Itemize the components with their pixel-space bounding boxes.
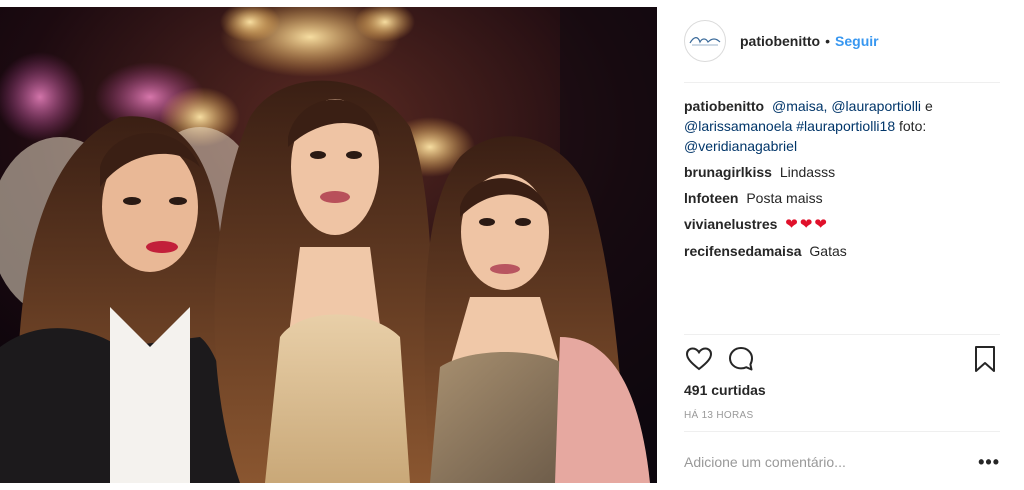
action-bar <box>684 343 1000 375</box>
divider <box>684 431 1000 432</box>
comment-username[interactable]: lnfoteen <box>684 190 738 206</box>
hearts-emoji: ❤❤❤ <box>785 216 829 233</box>
divider <box>684 334 1000 335</box>
comment-username[interactable]: recifensedamaisa <box>684 243 802 259</box>
comment-item: lnfoteen Posta maiss <box>684 188 994 208</box>
mention-link[interactable]: @maisa, <box>772 98 827 114</box>
comment-username[interactable]: brunagirlkiss <box>684 164 772 180</box>
more-options-icon[interactable]: ••• <box>978 452 1000 473</box>
author-avatar[interactable] <box>684 20 726 62</box>
follow-button[interactable]: Seguir <box>835 33 879 49</box>
post-timestamp[interactable]: HÁ 13 HORAS <box>684 410 753 421</box>
caption-username[interactable]: patiobenitto <box>684 98 764 114</box>
comment-text: Posta maiss <box>746 190 823 206</box>
caption-text: foto: <box>899 118 927 134</box>
hashtag-link[interactable]: #lauraportiolli18 <box>796 118 895 134</box>
photo-illustration <box>0 7 657 483</box>
bookmark-icon <box>975 346 995 372</box>
mention-link[interactable]: @larissamanoela <box>684 118 792 134</box>
add-comment-bar: ••• <box>684 444 1000 480</box>
comment-text: Gatas <box>809 243 847 259</box>
likes-count[interactable]: 491 curtidas <box>684 382 766 398</box>
save-button[interactable] <box>970 344 1000 374</box>
comment-button[interactable] <box>726 344 756 374</box>
comment-bubble-icon <box>729 347 753 371</box>
heart-icon <box>686 347 712 371</box>
like-button[interactable] <box>684 344 714 374</box>
comment-text: Lindasss <box>779 164 836 180</box>
author-username[interactable]: patiobenitto <box>740 33 820 49</box>
comment-username[interactable]: vivianelustres <box>684 216 777 232</box>
mention-link[interactable]: @veridianagabriel <box>684 138 797 154</box>
brand-logo-icon <box>689 37 721 46</box>
comment-item: recifensedamaisa Gatas <box>684 241 994 261</box>
mention-link[interactable]: @lauraportiolli <box>831 98 921 114</box>
comment-item: vivianelustres ❤❤❤ <box>684 214 994 235</box>
caption-text: e <box>924 98 933 114</box>
separator-dot: • <box>825 33 831 49</box>
comment-item: brunagirlkiss Lindasss <box>684 162 994 182</box>
post-photo[interactable] <box>0 7 657 483</box>
caption: patiobenitto @maisa, @lauraportiolli e @… <box>684 96 994 156</box>
post-header: patiobenitto • Seguir <box>684 18 984 64</box>
comments-list: patiobenitto @maisa, @lauraportiolli e @… <box>684 96 994 267</box>
divider <box>684 82 1000 83</box>
post-side-panel: patiobenitto • Seguir patiobenitto @mais… <box>668 0 1006 490</box>
comment-input[interactable] <box>684 454 979 470</box>
